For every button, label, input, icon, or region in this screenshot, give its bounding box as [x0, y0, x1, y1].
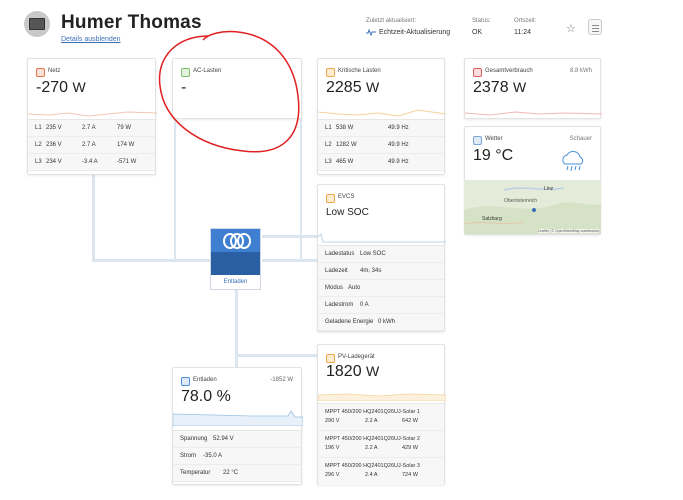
solar-icon: [326, 354, 335, 363]
critical-loads-card[interactable]: Kritische Lasten 2285 W L1 538 W 49.9 Hz L…: [317, 58, 446, 175]
table-row: L1 235 V 2.7 A 79 W: [28, 120, 155, 137]
table-row: Geladene Energie 0 kWh: [318, 314, 444, 331]
battery-icon: [181, 377, 190, 386]
status-label: Status:: [472, 18, 491, 24]
list-item: MPPT 450/200 HQ2401Q26UJ-Solar 1 290 V 2…: [318, 404, 444, 431]
table-row: Temperatur 22 °C: [173, 465, 301, 482]
weather-title: Wetter: [485, 136, 503, 142]
settings-button[interactable]: [588, 19, 602, 35]
pulse-icon: [366, 29, 376, 36]
table-row: Spannung 52.94 V: [173, 431, 301, 448]
total-icon: [473, 68, 482, 77]
rain-cloud-icon: [562, 150, 584, 172]
table-row: L1 538 W 49.9 Hz: [318, 120, 444, 137]
star-icon[interactable]: ☆: [566, 22, 576, 35]
table-row: Strom -35.0 A: [173, 448, 301, 465]
table-row: Ladestatus Low SOC: [318, 246, 444, 263]
evcs-card[interactable]: EVCS Low SOC Ladestatus Low SOC Ladezeit 4…: [317, 184, 446, 332]
inverter-card[interactable]: Entladen: [210, 228, 261, 290]
map-attribution[interactable]: Leaflet | © OpenStreetMap contributors: [538, 229, 599, 233]
time-label: Ortszeit:: [514, 18, 537, 24]
total-power: 2378 W: [473, 79, 527, 96]
table-row: Ladestrom 0 A: [318, 297, 444, 314]
critical-sparkline: [318, 109, 446, 117]
map-label: Oberösterreich: [504, 198, 538, 204]
total-sparkline: [465, 111, 602, 116]
grid-sparkline: [28, 111, 157, 117]
table-row: L2 1282 W 49.9 Hz: [318, 137, 444, 154]
status-value: OK: [472, 29, 483, 36]
inverter-logo-icon: [211, 229, 260, 252]
evcs-icon: [326, 194, 335, 203]
evcs-sparkline: [318, 233, 446, 243]
grid-title: Netz: [48, 68, 61, 74]
pv-power: 1820 W: [326, 363, 380, 380]
total-consumption-card[interactable]: Gesamtverbrauch 8.8 kWh 2378 W: [464, 58, 602, 119]
pv-sparkline: [318, 393, 446, 401]
evcs-status: Low SOC: [326, 207, 369, 218]
battery-title: Entladen: [193, 377, 217, 383]
annotation-scribble: [158, 30, 300, 153]
battery-card[interactable]: Entladen -1852 W 78.0 % Spannung 52.94 V …: [172, 367, 303, 485]
inverter-state: Entladen: [223, 279, 248, 285]
critical-title: Kritische Lasten: [338, 68, 381, 74]
device-icon: [24, 11, 50, 37]
battery-power: -1852 W: [270, 377, 293, 383]
battery-sparkline: [173, 410, 303, 426]
updated-label: Zuletzt aktualisiert:: [366, 18, 417, 24]
weather-temp: 19 °C: [473, 147, 514, 164]
table-row: L3 465 W 49.9 Hz: [318, 154, 444, 171]
table-row: L2 236 V 2.7 A 174 W: [28, 137, 155, 154]
table-row: Modus Auto: [318, 280, 444, 297]
list-item: MPPT 450/200 HQ2401Q26UJ-Solar 3 296 V 2…: [325, 463, 420, 478]
total-energy-badge: 8.8 kWh: [569, 68, 592, 74]
weather-map[interactable]: Linz Oberösterreich Salzburg Leaflet | ©…: [464, 180, 601, 234]
critical-loads-icon: [326, 68, 335, 77]
total-title: Gesamtverbrauch: [485, 68, 533, 74]
battery-soc: 78.0 %: [181, 388, 231, 405]
time-value: 11:24: [514, 29, 531, 36]
critical-power: 2285 W: [326, 79, 380, 96]
list-item: MPPT 450/200 HQ2401Q26UJ-Solar 2 196 V 2…: [318, 431, 444, 458]
map-label: Linz: [544, 186, 554, 192]
pv-charger-card[interactable]: PV-Ladegerät 1820 W MPPT 450/200 HQ2401Q…: [317, 344, 446, 485]
grid-card[interactable]: Netz -270 W L1 235 V 2.7 A 79 W L2 236 V 2.7 …: [27, 58, 157, 175]
details-toggle-link[interactable]: Details ausblenden: [61, 36, 121, 43]
evcs-title: EVCS: [338, 194, 355, 200]
weather-icon: [473, 136, 482, 145]
grid-power: -270 W: [36, 79, 86, 96]
map-label: Salzburg: [482, 216, 502, 222]
updated-value: Echtzeit-Aktualisierung: [379, 29, 451, 36]
pv-title: PV-Ladegerät: [338, 354, 375, 360]
weather-condition: Schauer: [569, 136, 592, 142]
grid-icon: [36, 68, 45, 77]
table-row: Ladezeit 4m, 34s: [318, 263, 444, 280]
table-row: L3 234 V -3.4 A -571 W: [28, 154, 155, 171]
